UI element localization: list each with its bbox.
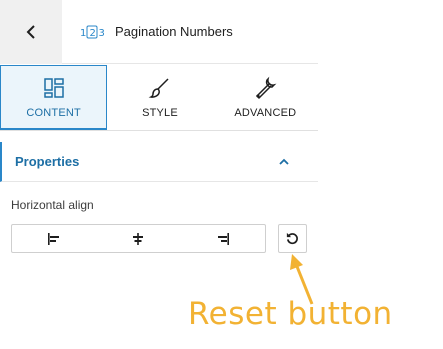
tab-style[interactable]: STYLE xyxy=(107,65,212,130)
align-left-icon xyxy=(48,232,60,245)
align-center-icon xyxy=(133,232,144,245)
align-center-button[interactable] xyxy=(96,225,180,252)
layout-icon xyxy=(43,77,64,98)
tab-style-label: STYLE xyxy=(142,107,178,119)
tab-bar: CONTENT STYLE ADVANCED xyxy=(0,65,318,131)
properties-panel-toggle[interactable]: Properties xyxy=(0,142,318,182)
reset-icon xyxy=(286,232,298,245)
wrench-icon xyxy=(256,76,277,100)
back-button[interactable] xyxy=(0,0,62,64)
tab-advanced-label: ADVANCED xyxy=(234,107,297,119)
chevron-up-icon xyxy=(279,158,289,165)
align-left-button[interactable] xyxy=(12,225,96,252)
tab-content[interactable]: CONTENT xyxy=(0,65,108,130)
horizontal-align-control xyxy=(11,224,266,253)
reset-button[interactable] xyxy=(278,224,307,253)
pagination-icon: 1 2 3 xyxy=(79,24,105,40)
brush-icon xyxy=(148,78,169,98)
panel-header: 1 2 3 Pagination Numbers xyxy=(0,0,318,64)
tab-advanced[interactable]: ADVANCED xyxy=(213,65,318,130)
align-right-icon xyxy=(217,232,229,245)
tab-content-label: CONTENT xyxy=(26,106,81,119)
chevron-left-icon xyxy=(26,24,35,39)
reset-button-annotation: Reset button xyxy=(188,296,393,332)
svg-text:2: 2 xyxy=(90,28,96,39)
svg-text:3: 3 xyxy=(99,28,105,39)
horizontal-align-label: Horizontal align xyxy=(11,198,94,212)
svg-text:1: 1 xyxy=(80,28,86,39)
align-right-button[interactable] xyxy=(181,225,265,252)
block-title: Pagination Numbers xyxy=(115,24,233,39)
panel-title: Properties xyxy=(15,154,80,169)
block-settings-panel: 1 2 3 Pagination Numbers CONTENT STYLE A… xyxy=(0,0,443,349)
